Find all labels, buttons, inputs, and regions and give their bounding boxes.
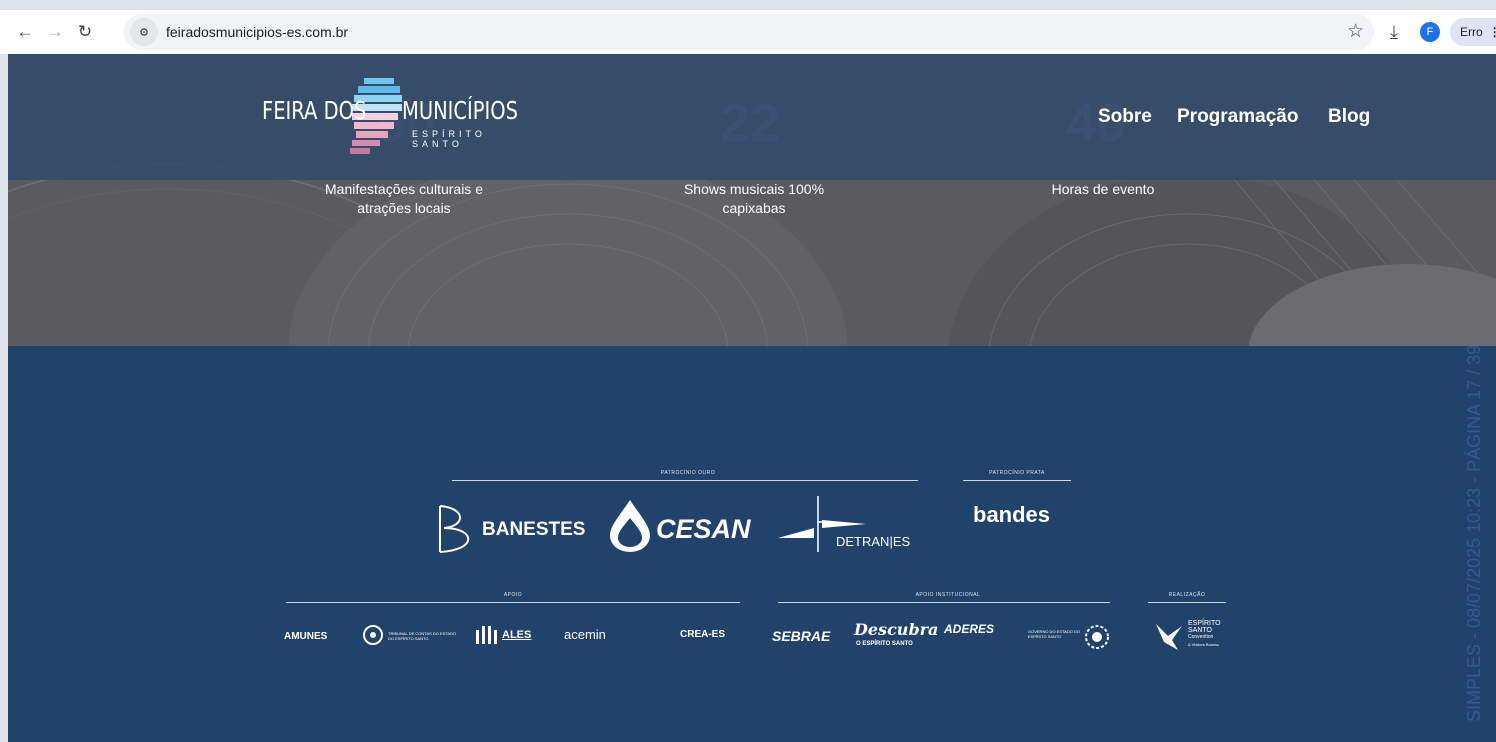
url-text[interactable]: feiradosmunicipios-es.com.br: [166, 24, 348, 40]
descubra-subtitle: O ESPÍRITO SANTO: [856, 641, 913, 647]
governo-es-seal-icon: [1085, 625, 1109, 649]
site-info-icon[interactable]: ⚙: [130, 18, 158, 46]
prata-line: [963, 480, 1071, 481]
ouro-title: PATROCÍNIO OURO: [660, 470, 716, 476]
ales-building-icon: [476, 626, 497, 644]
profile-avatar[interactable]: F: [1420, 22, 1440, 42]
convention-line-3: Convention: [1188, 634, 1214, 640]
convention-line-4: & Visitors Bureau: [1188, 642, 1219, 647]
nav-link-programacao[interactable]: Programação: [1177, 106, 1298, 128]
reload-icon[interactable]: ↻: [70, 17, 100, 47]
apoio-inst-line: [778, 602, 1110, 603]
espirito-santo-bird-icon: [1156, 624, 1182, 650]
governo-es-text: GOVERNO DO ESTADO DO ESPÍRITO SANTO: [1028, 629, 1080, 639]
prata-title: PATROCÍNIO PRATA: [989, 470, 1045, 476]
stat-label-manifestacoes: Manifestações culturais e atrações locai…: [325, 181, 483, 216]
cesan-logo: CESAN: [656, 514, 751, 544]
stat-label-shows: Shows musicais 100% capixabas: [683, 181, 825, 216]
realizacao-title: REALIZAÇÃO: [1168, 592, 1206, 598]
tab-strip: [0, 0, 1496, 10]
download-icon[interactable]: ⤓: [1380, 22, 1408, 43]
error-button[interactable]: Erro ⋮: [1450, 18, 1496, 46]
descubra-logo: Descubra: [854, 620, 939, 639]
ales-logo: ALES: [502, 629, 532, 641]
tribunal-seal-icon: [363, 625, 383, 645]
forward-arrow-icon[interactable]: →: [40, 17, 70, 47]
cesan-drop-icon: [610, 500, 650, 552]
logo-text-feira-dos: FEIRA DOS: [262, 96, 367, 125]
convention-bureau-logo: ESPÍRITO SANTO Convention & Visitors Bur…: [1188, 620, 1221, 648]
ouro-line: [452, 480, 918, 481]
amunes-logo: AMUNES: [284, 631, 328, 642]
nav-link-blog[interactable]: Blog: [1328, 106, 1370, 128]
back-arrow-icon[interactable]: ←: [10, 17, 40, 47]
convention-line-2: SANTO: [1188, 627, 1212, 634]
menu-icon[interactable]: ⋮: [1489, 25, 1496, 39]
convention-line-1: ESPÍRITO: [1188, 620, 1221, 627]
realizacao-line: [1148, 602, 1226, 603]
bandes-logo: bandes: [973, 502, 1051, 527]
logo-text-municipios: MUNICÍPIOS: [402, 96, 519, 125]
bookmark-star-icon[interactable]: ☆: [1347, 20, 1364, 43]
acemin-logo: acemin: [564, 627, 606, 642]
sebrae-logo: SEBRAE: [772, 628, 831, 644]
apoio-line: [286, 602, 740, 603]
nav-link-sobre[interactable]: Sobre: [1098, 106, 1152, 128]
tribunal-logo-text: TRIBUNAL DE CONTAS DO ESTADO DO ESPÍRITO…: [388, 631, 457, 641]
hero-section: 50 22 40 FEIRA DOS MUNICÍPIOS ESPÍRITO S…: [8, 54, 1496, 346]
browser-chrome: ← → ↻ ⚙ feiradosmunicipios-es.com.br ☆ ⤓…: [0, 0, 1496, 54]
banestes-logo-icon: [439, 505, 470, 553]
banestes-logo: BANESTES: [482, 519, 586, 540]
page-viewport: 50 22 40 FEIRA DOS MUNICÍPIOS ESPÍRITO S…: [8, 54, 1496, 742]
document-watermark: SIMPLES - 08/07/2025 10:23 - PÁGINA 17 /…: [1454, 252, 1494, 742]
apoio-title: APOIO: [503, 592, 523, 598]
site-logo[interactable]: FEIRA DOS MUNICÍPIOS ESPÍRITO SANTO: [262, 74, 524, 162]
error-label: Erro: [1460, 25, 1483, 39]
sponsors-section: PATROCÍNIO OURO PATROCÍNIO PRATA BANESTE…: [8, 346, 1496, 742]
browser-toolbar: ← → ↻ ⚙ feiradosmunicipios-es.com.br ☆ ⤓…: [0, 10, 1496, 54]
detran-logo: DETRAN|ES: [836, 534, 911, 549]
crea-es-logo: CREA-ES: [680, 629, 726, 640]
watermark-text: SIMPLES - 08/07/2025 10:23 - PÁGINA 17 /…: [1464, 344, 1484, 722]
logo-text-espirito-santo: ESPÍRITO SANTO: [412, 129, 486, 149]
address-bar[interactable]: ⚙ feiradosmunicipios-es.com.br ☆: [124, 14, 1374, 50]
aderes-logo: ADERES: [944, 622, 995, 636]
apoio-inst-title: APOIO INSTITUCIONAL: [915, 592, 981, 598]
stat-label-horas: Horas de evento: [1051, 181, 1155, 197]
